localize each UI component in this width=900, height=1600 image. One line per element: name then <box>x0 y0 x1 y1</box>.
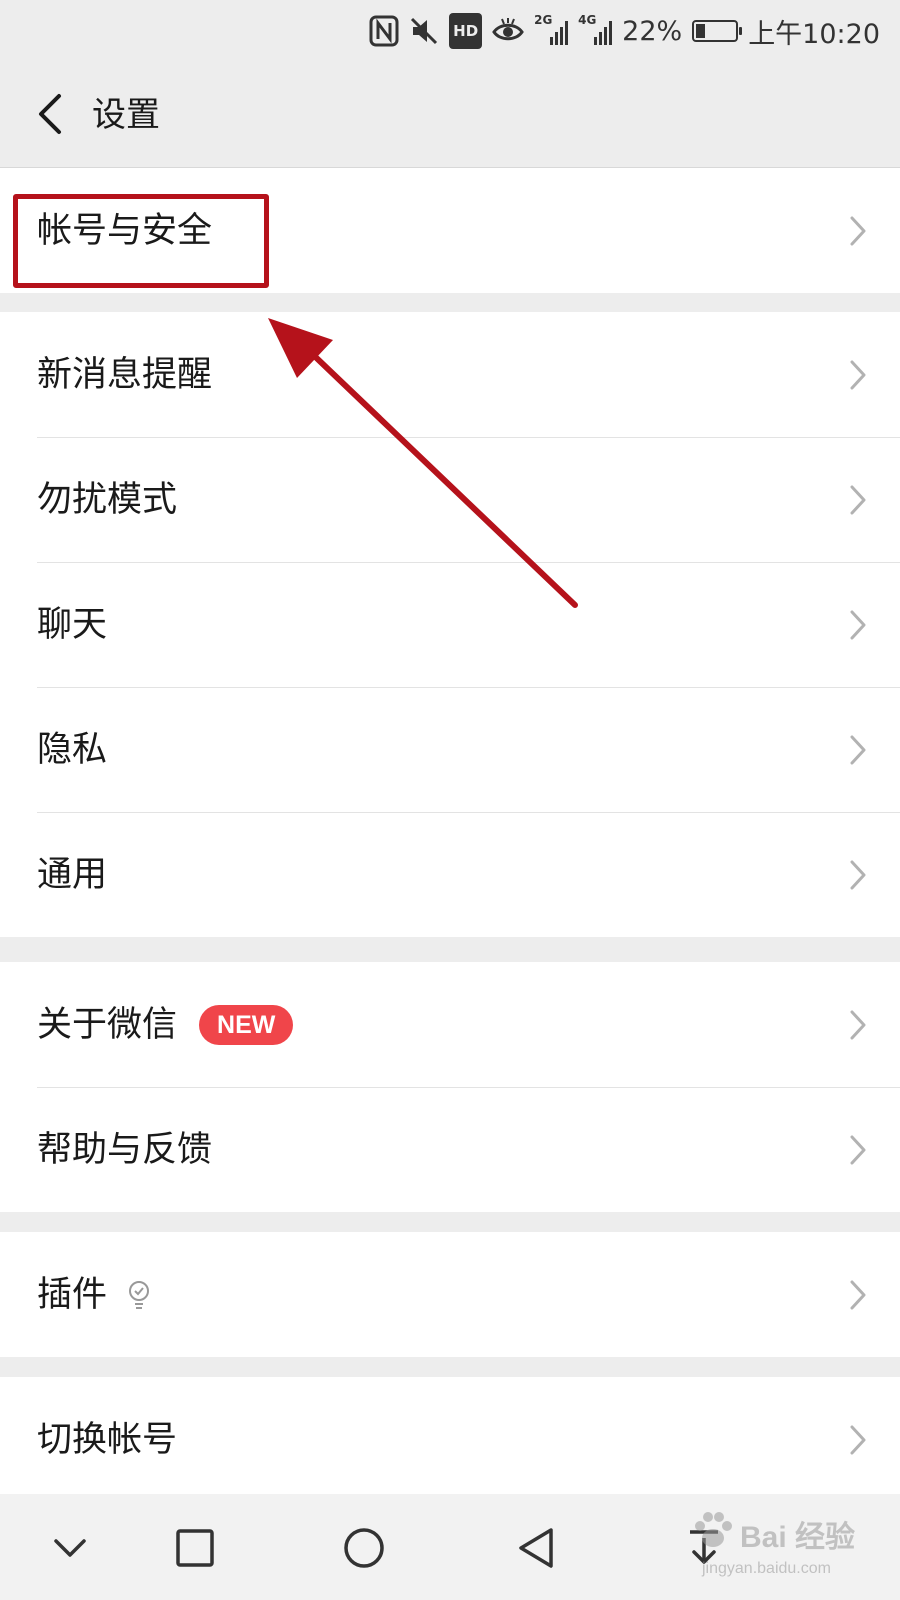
chevron-right-icon <box>846 357 870 393</box>
nav-bar: 设置 <box>0 62 900 168</box>
chevron-right-icon <box>846 607 870 643</box>
lightbulb-icon <box>125 1279 153 1311</box>
chevron-right-icon <box>846 732 870 768</box>
back-button[interactable] <box>22 86 78 142</box>
battery-level <box>696 24 705 38</box>
battery-percent: 22% <box>622 15 683 47</box>
menu-item-switch-account[interactable]: 切换帐号 <box>0 1377 900 1502</box>
chevron-right-icon <box>846 1422 870 1458</box>
menu-item-new-message-alerts[interactable]: 新消息提醒 <box>0 312 900 437</box>
menu-item-label: 聊天 <box>37 604 108 645</box>
status-time: 上午10:20 <box>748 18 880 50</box>
status-bar: HD 2G 4G 22% ⚡ 上午10:20 <box>0 0 900 62</box>
section-switch-account: 切换帐号 <box>0 1377 900 1502</box>
chevron-right-icon <box>846 1277 870 1313</box>
page-title: 设置 <box>92 95 160 135</box>
eye-comfort-icon <box>492 13 524 49</box>
new-badge: NEW <box>199 1004 294 1045</box>
system-nav-bar <box>0 1494 900 1600</box>
chevron-right-icon <box>846 857 870 893</box>
menu-item-help-feedback[interactable]: 帮助与反馈 <box>0 1087 900 1212</box>
charging-bolt-icon: ⚡ <box>708 21 720 40</box>
chevron-right-icon <box>846 482 870 518</box>
chevron-right-icon <box>846 1007 870 1043</box>
menu-item-label: 隐私 <box>37 729 108 770</box>
menu-item-privacy[interactable]: 隐私 <box>0 687 900 812</box>
section-about: 关于微信 NEW 帮助与反馈 <box>0 962 900 1212</box>
section-plugins: 插件 <box>0 1232 900 1357</box>
menu-item-label: 帐号与安全 <box>37 210 213 251</box>
menu-item-label: 通用 <box>37 854 108 895</box>
menu-item-chats[interactable]: 聊天 <box>0 562 900 687</box>
recents-button[interactable] <box>167 1520 223 1576</box>
back-nav-button[interactable] <box>508 1520 564 1576</box>
chevron-left-icon <box>39 94 61 134</box>
menu-item-label: 新消息提醒 <box>37 354 213 395</box>
menu-item-label: 关于微信 <box>37 1004 178 1045</box>
home-button[interactable] <box>336 1520 392 1576</box>
signal-2g-icon: 2G <box>534 13 569 49</box>
section-preferences: 新消息提醒 勿扰模式 聊天 隐私 通用 <box>0 312 900 937</box>
menu-item-label: 插件 <box>37 1274 108 1315</box>
signal-4g-icon: 4G <box>578 13 613 49</box>
menu-item-label: 帮助与反馈 <box>37 1129 213 1170</box>
menu-item-about-wechat[interactable]: 关于微信 NEW <box>0 962 900 1087</box>
battery-icon: ⚡ <box>692 20 743 42</box>
menu-item-label: 勿扰模式 <box>37 479 178 520</box>
download-icon <box>690 1530 718 1564</box>
menu-item-general[interactable]: 通用 <box>0 812 900 937</box>
nfc-icon <box>369 13 399 49</box>
menu-item-plugins[interactable]: 插件 <box>0 1232 900 1357</box>
menu-item-label: 切换帐号 <box>37 1419 178 1460</box>
hd-icon: HD <box>449 13 483 49</box>
triangle-back-icon <box>519 1528 553 1568</box>
menu-item-do-not-disturb[interactable]: 勿扰模式 <box>0 437 900 562</box>
mute-icon <box>409 13 439 49</box>
notification-pull-button[interactable] <box>676 1520 732 1576</box>
chevron-down-icon <box>54 1539 86 1557</box>
square-icon <box>176 1529 214 1567</box>
circle-icon <box>344 1528 384 1568</box>
menu-item-account-security[interactable]: 帐号与安全 <box>0 168 900 293</box>
section-account: 帐号与安全 <box>0 168 900 293</box>
chevron-right-icon <box>846 1132 870 1168</box>
hide-nav-button[interactable] <box>42 1520 98 1576</box>
status-icons: HD 2G 4G 22% ⚡ 上午10:20 <box>369 10 880 52</box>
chevron-right-icon <box>846 213 870 249</box>
